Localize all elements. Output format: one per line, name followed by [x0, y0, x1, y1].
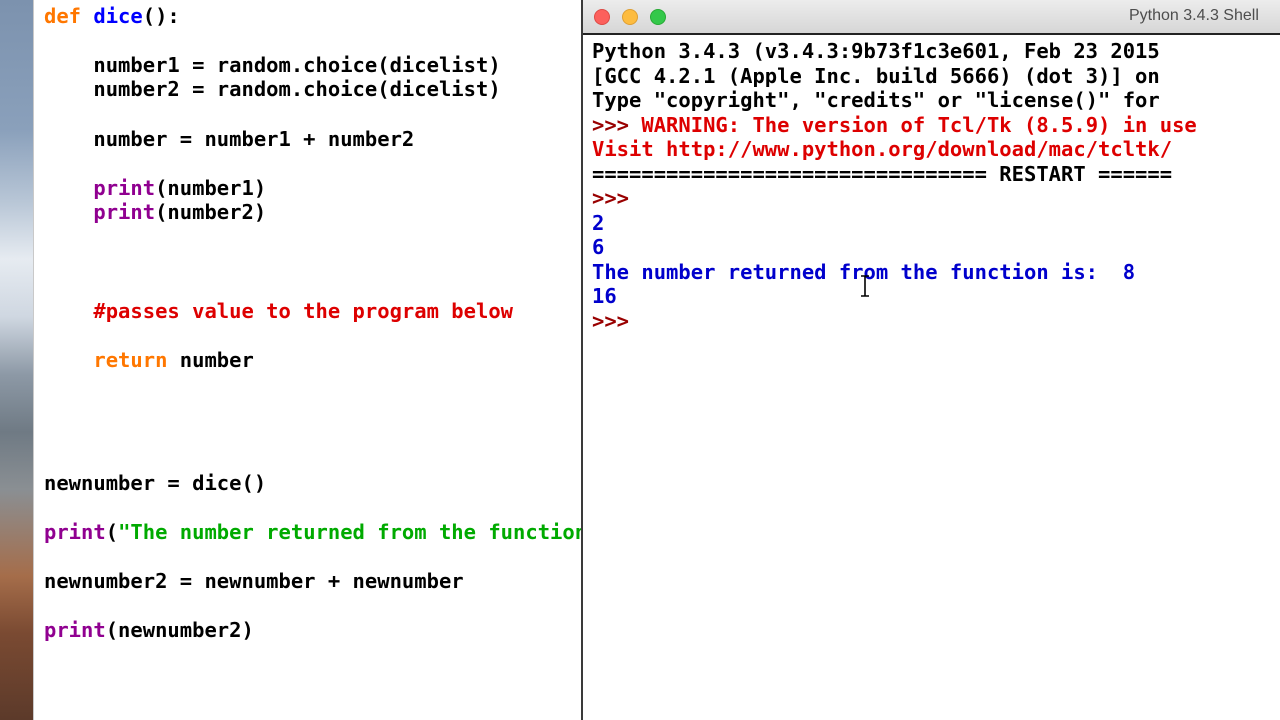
paren: (	[105, 520, 119, 544]
code-line[interactable]: number1 = random.choice(dicelist)	[44, 53, 500, 77]
print-builtin: print	[44, 520, 106, 544]
code-line[interactable]: number = number1 + number2	[44, 127, 414, 151]
shell-banner-line: [GCC 4.2.1 (Apple Inc. build 5666) (dot …	[592, 64, 1160, 88]
warning-text: WARNING: The version of Tcl/Tk (8.5.9) i…	[641, 113, 1197, 137]
string-literal: "The number returned from the function i…	[118, 520, 582, 544]
shell-output-line: 6	[592, 235, 605, 259]
shell-output-line: 2	[592, 211, 605, 235]
shell-output-area[interactable]: Python 3.4.3 (v3.4.3:9b73f1c3e601, Feb 2…	[583, 33, 1280, 720]
maximize-window-button[interactable]	[650, 9, 666, 25]
print-args: (number1)	[155, 176, 267, 200]
print-args: (newnumber2)	[105, 618, 254, 642]
desktop-wallpaper	[0, 0, 34, 720]
window-titlebar[interactable]: Python 3.4.3 Shell	[583, 0, 1280, 34]
shell-prompt: >>>	[592, 186, 630, 210]
window-title: Python 3.4.3 Shell	[1129, 7, 1259, 24]
shell-visit-line[interactable]: Visit http://www.python.org/download/mac…	[592, 137, 1172, 161]
paren: ():	[142, 4, 180, 28]
return-value: number	[167, 348, 254, 372]
def-keyword: def	[44, 4, 82, 28]
print-builtin: print	[44, 618, 106, 642]
code-line[interactable]: def dice():	[44, 4, 180, 28]
shell-banner-line: Type "copyright", "credits" or "license(…	[592, 88, 1160, 112]
print-builtin: print	[93, 176, 156, 200]
code-line[interactable]: print(newnumber2)	[44, 618, 254, 642]
shell-banner-line: Python 3.4.3 (v3.4.3:9b73f1c3e601, Feb 2…	[592, 39, 1160, 63]
code-line[interactable]: print("The number returned from the func…	[44, 520, 582, 544]
shell-prompt: >>>	[592, 113, 642, 137]
shell-warning-line: >>> WARNING: The version of Tcl/Tk (8.5.…	[592, 113, 1197, 137]
text-cursor-icon	[861, 275, 869, 297]
code-editor-window[interactable]: def dice(): number1 = random.choice(dice…	[34, 0, 582, 720]
code-line[interactable]: number2 = random.choice(dicelist)	[44, 77, 500, 101]
code-line[interactable]: newnumber2 = newnumber + newnumber	[44, 569, 464, 593]
print-args: (number2)	[155, 200, 267, 224]
close-window-button[interactable]	[594, 9, 610, 25]
code-line[interactable]: return number	[44, 348, 254, 372]
shell-restart-line: ================================ RESTART…	[592, 162, 1173, 186]
code-comment[interactable]: #passes value to the program below	[44, 299, 513, 323]
print-builtin: print	[93, 200, 156, 224]
python-shell-window[interactable]: Python 3.4.3 Shell Python 3.4.3 (v3.4.3:…	[581, 0, 1280, 720]
code-line[interactable]: print(number2)	[44, 200, 266, 224]
shell-input-prompt[interactable]: >>>	[592, 309, 629, 333]
return-keyword: return	[93, 348, 168, 372]
code-line[interactable]: print(number1)	[44, 176, 266, 200]
code-line[interactable]: newnumber = dice()	[44, 471, 266, 495]
minimize-window-button[interactable]	[622, 9, 638, 25]
function-name: dice	[93, 4, 143, 28]
shell-output-line: 16	[592, 284, 617, 308]
